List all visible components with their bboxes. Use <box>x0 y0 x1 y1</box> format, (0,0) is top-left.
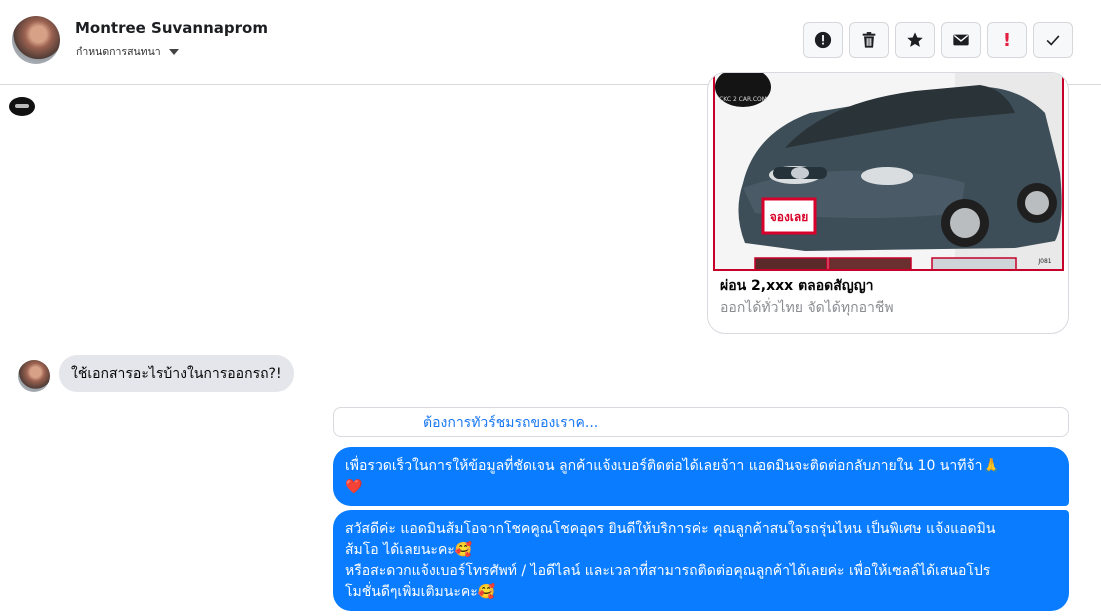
contact-avatar[interactable] <box>12 16 60 64</box>
message-line: หรือสะดวกแจ้งเบอร์โทรศัพท์ / ไอดีไลน์ แล… <box>345 563 991 579</box>
outgoing-message-bubble: สวัสดีค่ะ แอดมินส้มโอจากโชคคูณโชคอุดร ยิ… <box>333 510 1069 611</box>
page-avatar[interactable] <box>9 97 35 116</box>
check-icon <box>1046 35 1060 46</box>
card-subtitle: ออกได้ทั่วไทย จัดได้ทุกอาชีพ <box>720 300 894 316</box>
report-spam-button[interactable] <box>803 22 843 58</box>
product-card[interactable]: CKC 2 CAR.COM จองเลย J081 ผ่อน 2,xxx ตลอ… <box>707 72 1069 334</box>
caret-down-icon[interactable] <box>168 48 179 55</box>
svg-text:จองเลย: จองเลย <box>770 210 809 224</box>
star-icon <box>907 32 923 47</box>
message-line: ❤️ <box>345 479 363 495</box>
envelope-icon <box>953 34 969 46</box>
card-title[interactable]: ผ่อน 2,xxx ตลอดสัญญา <box>720 275 874 297</box>
incoming-message-bubble: ใช้เอกสารอะไรบ้างในการออกรถ?! <box>59 355 294 392</box>
conversation-actions: ! <box>803 22 1073 58</box>
message-line: สวัสดีค่ะ แอดมินส้มโอจากโชคคูณโชคอุดร ยิ… <box>345 521 996 537</box>
svg-text:CKC 2 CAR.COM: CKC 2 CAR.COM <box>719 96 767 103</box>
outgoing-message-bubble: เพื่อรวดเร็วในการให้ข้อมูลที่ชัดเจน ลูกค… <box>333 447 1069 506</box>
trash-icon <box>862 32 876 48</box>
message-line: ส้มโอ ได้เลยนะคะ🥰 <box>345 542 473 558</box>
exclamation-icon: ! <box>1002 29 1012 51</box>
done-button[interactable] <box>1033 22 1073 58</box>
delete-button[interactable] <box>849 22 889 58</box>
car-photo[interactable]: CKC 2 CAR.COM จองเลย J081 <box>713 73 1064 271</box>
mark-unread-button[interactable] <box>941 22 981 58</box>
message-line: เพื่อรวดเร็วในการให้ข้อมูลที่ชัดเจน ลูกค… <box>345 458 1000 474</box>
message-line: โมชั่นดีๆเพิ่มเติมนะคะ🥰 <box>345 584 496 600</box>
conversation-schedule[interactable]: กำหนดการสนทนา <box>76 43 179 60</box>
link-preview[interactable]: ต้องการทัวร์ชมรถของเราค... <box>333 407 1069 437</box>
link-preview-text[interactable]: ต้องการทัวร์ชมรถของเราค... <box>423 412 598 434</box>
svg-text:J081: J081 <box>1037 258 1051 265</box>
contact-name[interactable]: Montree Suvannaprom <box>75 19 268 37</box>
alert-circle-icon <box>814 31 832 49</box>
follow-up-button[interactable]: ! <box>987 22 1027 58</box>
star-button[interactable] <box>895 22 935 58</box>
contact-avatar-small[interactable] <box>18 360 50 392</box>
conversation-schedule-label: กำหนดการสนทนา <box>76 46 161 58</box>
